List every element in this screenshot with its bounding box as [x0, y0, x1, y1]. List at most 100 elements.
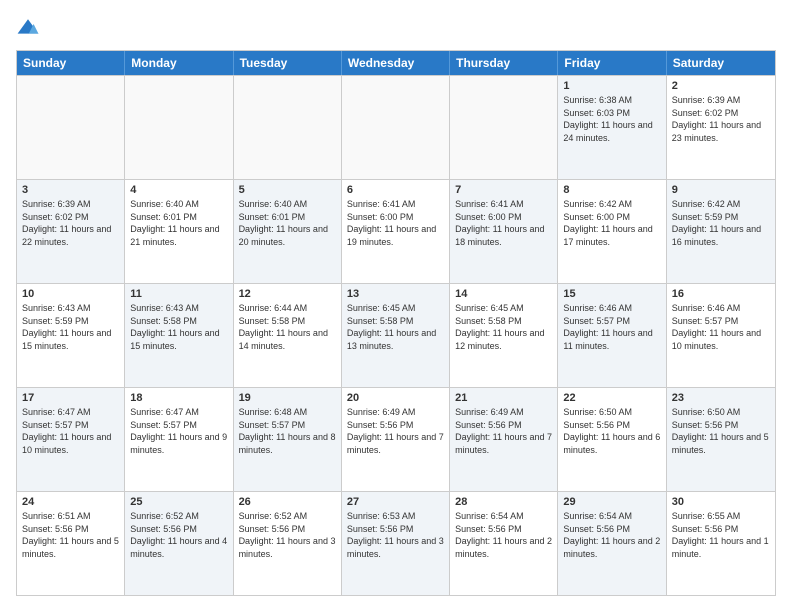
- day-number: 11: [130, 288, 227, 300]
- day-number: 14: [455, 288, 552, 300]
- logo-icon: [16, 16, 40, 40]
- day-info: Sunrise: 6:46 AM Sunset: 5:57 PM Dayligh…: [672, 302, 770, 352]
- page: SundayMondayTuesdayWednesdayThursdayFrid…: [0, 0, 792, 612]
- calendar-cell: [342, 76, 450, 179]
- calendar-cell: 7Sunrise: 6:41 AM Sunset: 6:00 PM Daylig…: [450, 180, 558, 283]
- calendar-cell: 26 Sunrise: 6:52 AM Sunset: 5:56 PM Dayli…: [234, 492, 342, 595]
- calendar-cell: 21Sunrise: 6:49 AM Sunset: 5:56 PM Dayli…: [450, 388, 558, 491]
- weekday-header: Friday: [558, 51, 666, 75]
- calendar-cell: 6 Sunrise: 6:41 AM Sunset: 6:00 PM Daylig…: [342, 180, 450, 283]
- calendar-cell: 28 Sunrise: 6:54 AM Sunset: 5:56 PM Dayli…: [450, 492, 558, 595]
- calendar-cell: [450, 76, 558, 179]
- day-info: Sunrise: 6:52 AM Sunset: 5:56 PM Dayligh…: [130, 510, 227, 560]
- calendar-cell: [125, 76, 233, 179]
- day-info: Sunrise: 6:44 AM Sunset: 5:58 PM Dayligh…: [239, 302, 336, 352]
- day-number: 6: [347, 184, 444, 196]
- calendar-cell: 18 Sunrise: 6:47 AM Sunset: 5:57 PM Dayli…: [125, 388, 233, 491]
- day-number: 16: [672, 288, 770, 300]
- calendar-cell: 1Sunrise: 6:38 AM Sunset: 6:03 PM Daylig…: [558, 76, 666, 179]
- calendar-header: SundayMondayTuesdayWednesdayThursdayFrid…: [17, 51, 775, 75]
- day-number: 17: [22, 392, 119, 404]
- calendar-cell: 29Sunrise: 6:54 AM Sunset: 5:56 PM Dayli…: [558, 492, 666, 595]
- day-info: Sunrise: 6:42 AM Sunset: 6:00 PM Dayligh…: [563, 198, 660, 248]
- calendar-cell: 24 Sunrise: 6:51 AM Sunset: 5:56 PM Dayli…: [17, 492, 125, 595]
- day-number: 19: [239, 392, 336, 404]
- calendar-cell: 4Sunrise: 6:40 AM Sunset: 6:01 PM Daylig…: [125, 180, 233, 283]
- calendar-cell: 10 Sunrise: 6:43 AM Sunset: 5:59 PM Dayli…: [17, 284, 125, 387]
- day-number: 18: [130, 392, 227, 404]
- day-number: 9: [672, 184, 770, 196]
- day-number: 30: [672, 496, 770, 508]
- day-info: Sunrise: 6:47 AM Sunset: 5:57 PM Dayligh…: [130, 406, 227, 456]
- calendar-body: 1Sunrise: 6:38 AM Sunset: 6:03 PM Daylig…: [17, 75, 775, 595]
- calendar-cell: 20 Sunrise: 6:49 AM Sunset: 5:56 PM Dayli…: [342, 388, 450, 491]
- day-info: Sunrise: 6:45 AM Sunset: 5:58 PM Dayligh…: [455, 302, 552, 352]
- weekday-header: Saturday: [667, 51, 775, 75]
- calendar-cell: 25 Sunrise: 6:52 AM Sunset: 5:56 PM Dayli…: [125, 492, 233, 595]
- day-number: 5: [239, 184, 336, 196]
- day-info: Sunrise: 6:55 AM Sunset: 5:56 PM Dayligh…: [672, 510, 770, 560]
- calendar-cell: 27 Sunrise: 6:53 AM Sunset: 5:56 PM Dayli…: [342, 492, 450, 595]
- day-info: Sunrise: 6:43 AM Sunset: 5:59 PM Dayligh…: [22, 302, 119, 352]
- day-info: Sunrise: 6:39 AM Sunset: 6:02 PM Dayligh…: [672, 94, 770, 144]
- day-number: 27: [347, 496, 444, 508]
- day-number: 13: [347, 288, 444, 300]
- day-number: 20: [347, 392, 444, 404]
- day-number: 28: [455, 496, 552, 508]
- calendar-cell: 30 Sunrise: 6:55 AM Sunset: 5:56 PM Dayli…: [667, 492, 775, 595]
- day-number: 2: [672, 80, 770, 92]
- day-info: Sunrise: 6:47 AM Sunset: 5:57 PM Dayligh…: [22, 406, 119, 456]
- day-info: Sunrise: 6:41 AM Sunset: 6:00 PM Dayligh…: [455, 198, 552, 248]
- weekday-header: Wednesday: [342, 51, 450, 75]
- day-info: Sunrise: 6:43 AM Sunset: 5:58 PM Dayligh…: [130, 302, 227, 352]
- day-number: 25: [130, 496, 227, 508]
- day-number: 24: [22, 496, 119, 508]
- calendar-cell: 5 Sunrise: 6:40 AM Sunset: 6:01 PM Daylig…: [234, 180, 342, 283]
- calendar-row: 17 Sunrise: 6:47 AM Sunset: 5:57 PM Dayli…: [17, 387, 775, 491]
- calendar-cell: 13 Sunrise: 6:45 AM Sunset: 5:58 PM Dayli…: [342, 284, 450, 387]
- calendar-cell: 3 Sunrise: 6:39 AM Sunset: 6:02 PM Daylig…: [17, 180, 125, 283]
- calendar-cell: 17 Sunrise: 6:47 AM Sunset: 5:57 PM Dayli…: [17, 388, 125, 491]
- weekday-header: Sunday: [17, 51, 125, 75]
- day-info: Sunrise: 6:42 AM Sunset: 5:59 PM Dayligh…: [672, 198, 770, 248]
- calendar-cell: 15 Sunrise: 6:46 AM Sunset: 5:57 PM Dayli…: [558, 284, 666, 387]
- day-number: 10: [22, 288, 119, 300]
- calendar-cell: 2 Sunrise: 6:39 AM Sunset: 6:02 PM Daylig…: [667, 76, 775, 179]
- calendar-row: 3 Sunrise: 6:39 AM Sunset: 6:02 PM Daylig…: [17, 179, 775, 283]
- day-info: Sunrise: 6:49 AM Sunset: 5:56 PM Dayligh…: [455, 406, 552, 456]
- calendar-cell: 19 Sunrise: 6:48 AM Sunset: 5:57 PM Dayli…: [234, 388, 342, 491]
- day-info: Sunrise: 6:54 AM Sunset: 5:56 PM Dayligh…: [455, 510, 552, 560]
- calendar-cell: 8 Sunrise: 6:42 AM Sunset: 6:00 PM Daylig…: [558, 180, 666, 283]
- day-info: Sunrise: 6:51 AM Sunset: 5:56 PM Dayligh…: [22, 510, 119, 560]
- calendar-cell: 23Sunrise: 6:50 AM Sunset: 5:56 PM Dayli…: [667, 388, 775, 491]
- day-info: Sunrise: 6:52 AM Sunset: 5:56 PM Dayligh…: [239, 510, 336, 560]
- logo: [16, 16, 44, 40]
- day-number: 22: [563, 392, 660, 404]
- day-info: Sunrise: 6:39 AM Sunset: 6:02 PM Dayligh…: [22, 198, 119, 248]
- day-number: 15: [563, 288, 660, 300]
- day-number: 3: [22, 184, 119, 196]
- weekday-header: Thursday: [450, 51, 558, 75]
- calendar-cell: [234, 76, 342, 179]
- day-info: Sunrise: 6:40 AM Sunset: 6:01 PM Dayligh…: [239, 198, 336, 248]
- day-info: Sunrise: 6:41 AM Sunset: 6:00 PM Dayligh…: [347, 198, 444, 248]
- calendar-cell: 12Sunrise: 6:44 AM Sunset: 5:58 PM Dayli…: [234, 284, 342, 387]
- day-number: 23: [672, 392, 770, 404]
- weekday-header: Monday: [125, 51, 233, 75]
- day-number: 26: [239, 496, 336, 508]
- day-number: 8: [563, 184, 660, 196]
- header: [16, 16, 776, 40]
- day-info: Sunrise: 6:50 AM Sunset: 5:56 PM Dayligh…: [563, 406, 660, 456]
- weekday-header: Tuesday: [234, 51, 342, 75]
- day-info: Sunrise: 6:38 AM Sunset: 6:03 PM Dayligh…: [563, 94, 660, 144]
- day-info: Sunrise: 6:46 AM Sunset: 5:57 PM Dayligh…: [563, 302, 660, 352]
- day-info: Sunrise: 6:45 AM Sunset: 5:58 PM Dayligh…: [347, 302, 444, 352]
- day-info: Sunrise: 6:53 AM Sunset: 5:56 PM Dayligh…: [347, 510, 444, 560]
- day-info: Sunrise: 6:49 AM Sunset: 5:56 PM Dayligh…: [347, 406, 444, 456]
- day-info: Sunrise: 6:48 AM Sunset: 5:57 PM Dayligh…: [239, 406, 336, 456]
- calendar-cell: [17, 76, 125, 179]
- calendar-cell: 9 Sunrise: 6:42 AM Sunset: 5:59 PM Daylig…: [667, 180, 775, 283]
- calendar-cell: 11 Sunrise: 6:43 AM Sunset: 5:58 PM Dayli…: [125, 284, 233, 387]
- calendar-cell: 22 Sunrise: 6:50 AM Sunset: 5:56 PM Dayli…: [558, 388, 666, 491]
- day-info: Sunrise: 6:54 AM Sunset: 5:56 PM Dayligh…: [563, 510, 660, 560]
